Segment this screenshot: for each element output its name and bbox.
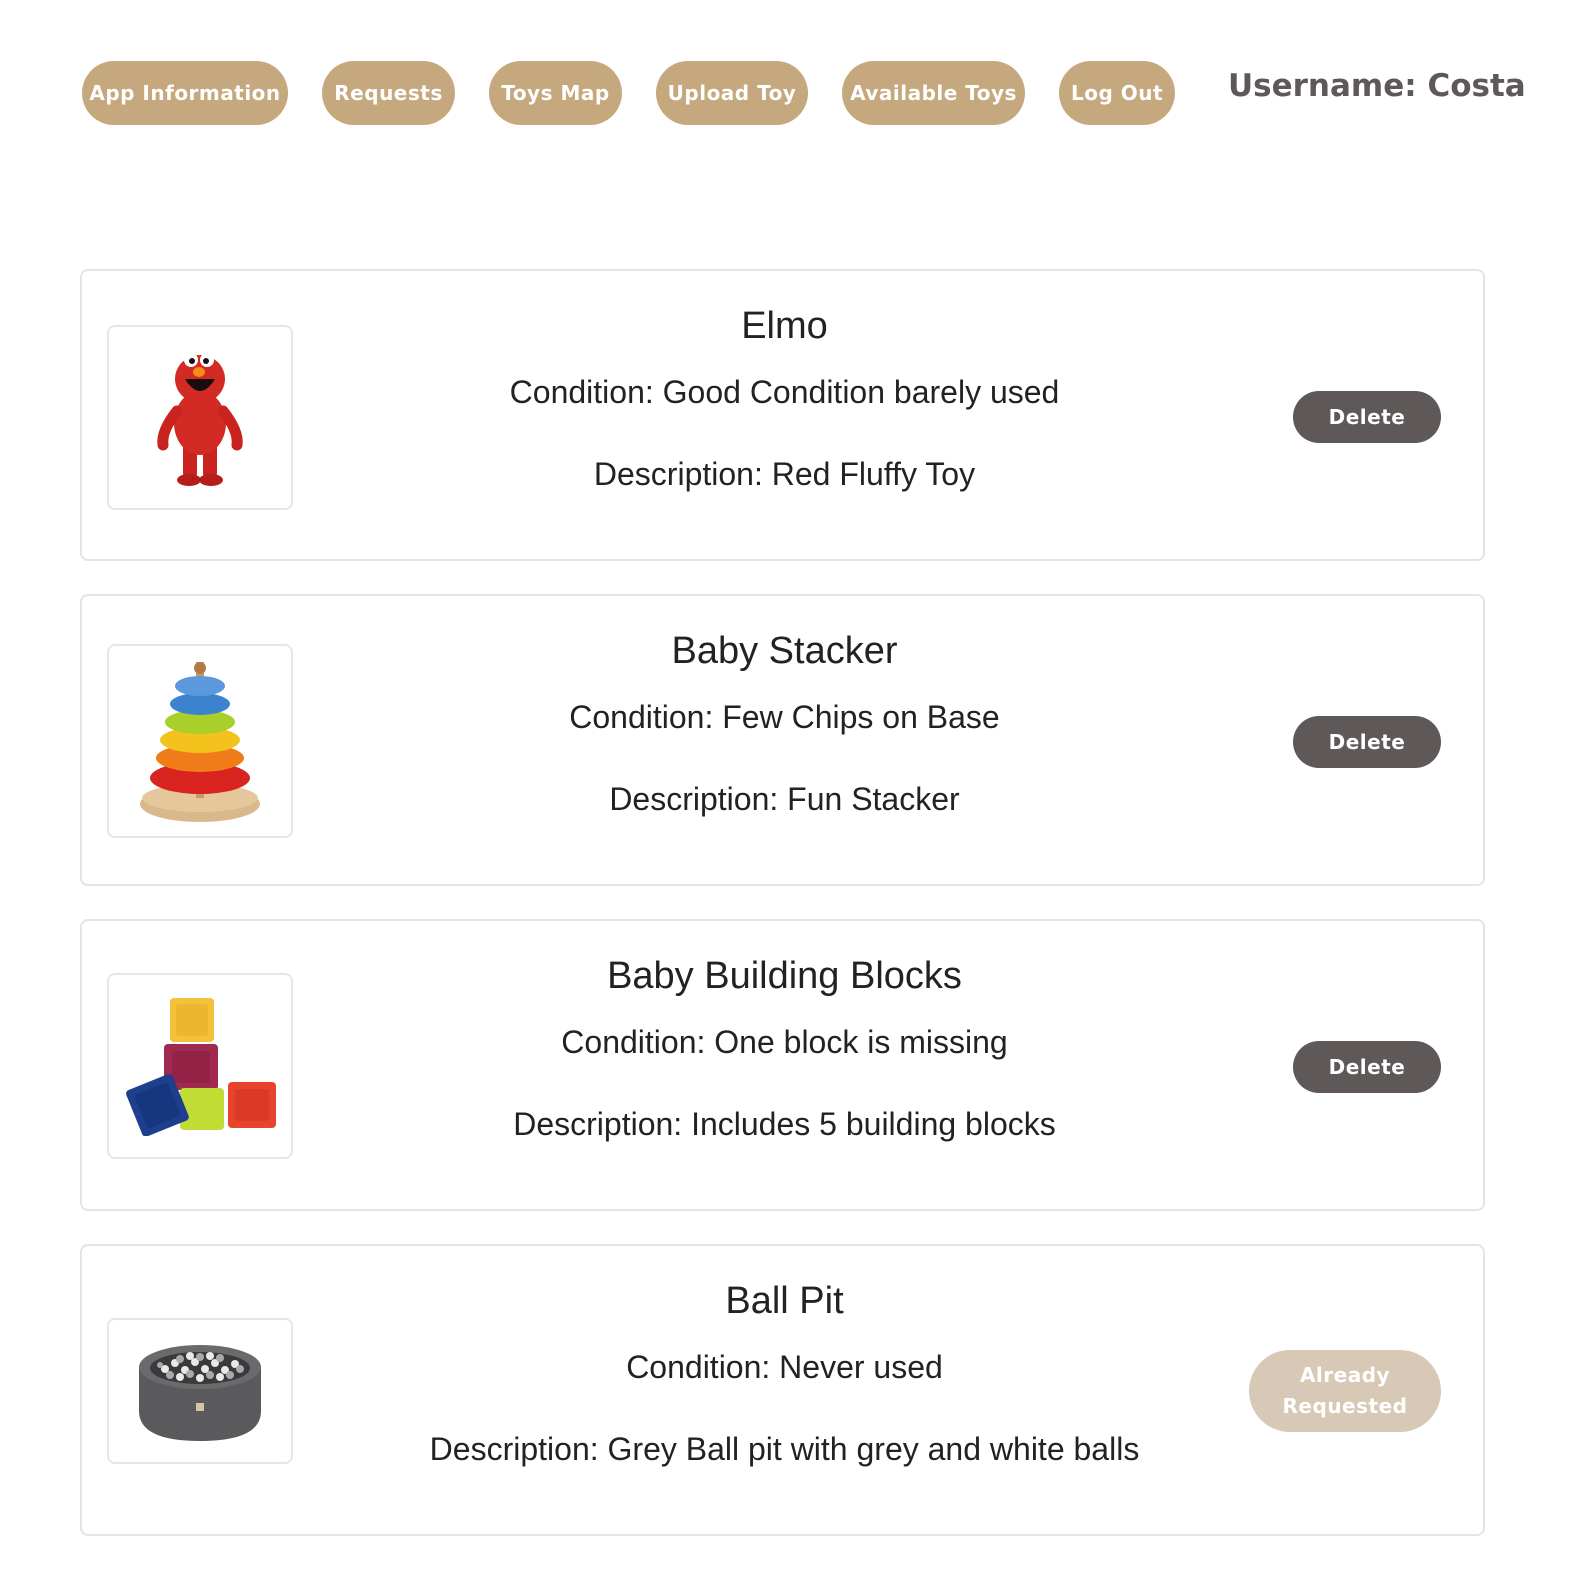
- ring-stacker-toy-image: [107, 644, 293, 838]
- toy-condition: Condition: One block is missing: [561, 1024, 1008, 1060]
- requests-button[interactable]: Requests: [322, 61, 455, 125]
- toy-title: Elmo: [741, 305, 828, 347]
- toy-description: Description: Fun Stacker: [609, 781, 960, 817]
- delete-button[interactable]: Delete: [1293, 391, 1441, 443]
- building-blocks-toy-image: [107, 973, 293, 1159]
- toy-condition: Condition: Few Chips on Base: [569, 699, 1000, 735]
- toy-card: Ball Pit Condition: Never used Descripti…: [80, 1244, 1485, 1536]
- toy-description: Description: Includes 5 building blocks: [513, 1106, 1056, 1142]
- already-requested-label: Already Requested: [1282, 1363, 1408, 1418]
- toy-description: Description: Red Fluffy Toy: [593, 456, 976, 492]
- toys-map-button[interactable]: Toys Map: [489, 61, 622, 125]
- toy-card: Baby Stacker Condition: Few Chips on Bas…: [80, 594, 1485, 886]
- toy-condition: Condition: Good Condition barely used: [509, 374, 1060, 410]
- top-nav: App Information Requests Toys Map Upload…: [82, 61, 1209, 125]
- username-label: Username: Costa: [1228, 68, 1526, 104]
- app-information-button[interactable]: App Information: [82, 61, 288, 125]
- toy-title: Ball Pit: [725, 1280, 844, 1322]
- upload-toy-button[interactable]: Upload Toy: [656, 61, 808, 125]
- toy-title: Baby Building Blocks: [607, 955, 962, 997]
- delete-button[interactable]: Delete: [1293, 1041, 1441, 1093]
- delete-button[interactable]: Delete: [1293, 716, 1441, 768]
- already-requested-button[interactable]: Already Requested: [1249, 1350, 1441, 1432]
- toy-card: Baby Building Blocks Condition: One bloc…: [80, 919, 1485, 1211]
- elmo-toy-image: [107, 325, 293, 510]
- toy-description: Description: Grey Ball pit with grey and…: [429, 1431, 1140, 1467]
- ball-pit-toy-image: [107, 1318, 293, 1464]
- available-toys-button[interactable]: Available Toys: [842, 61, 1025, 125]
- toy-title: Baby Stacker: [671, 630, 898, 672]
- toy-condition: Condition: Never used: [626, 1349, 943, 1385]
- log-out-button[interactable]: Log Out: [1059, 61, 1175, 125]
- toy-card: Elmo Condition: Good Condition barely us…: [80, 269, 1485, 561]
